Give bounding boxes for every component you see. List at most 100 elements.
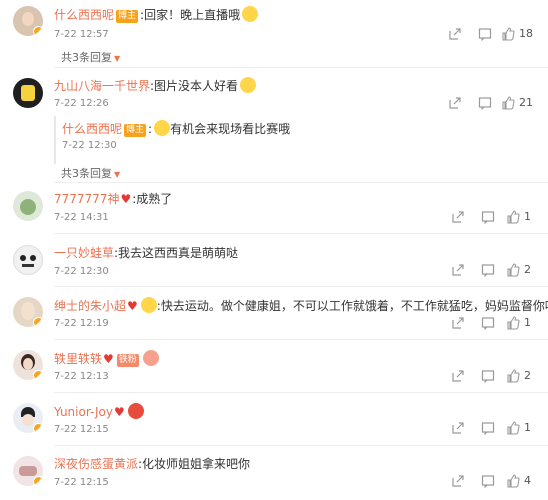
divider bbox=[54, 233, 548, 234]
comment-line: Yunior-Joy♥ bbox=[54, 403, 144, 420]
username[interactable]: 什么西西呢 bbox=[54, 8, 114, 22]
avatar[interactable] bbox=[13, 403, 43, 433]
username[interactable]: 一只妙蛙草 bbox=[54, 246, 114, 260]
heart-badge-icon: ♥ bbox=[127, 299, 138, 313]
comment-time: 7-22 12:15 bbox=[54, 424, 109, 435]
comment-icon[interactable] bbox=[478, 27, 492, 41]
heart-badge-icon: ♥ bbox=[114, 405, 125, 419]
like-count: 21 bbox=[519, 96, 533, 109]
username[interactable]: 轶里轶轶 bbox=[54, 352, 102, 366]
share-icon[interactable] bbox=[451, 369, 465, 383]
avatar[interactable] bbox=[13, 6, 43, 36]
like-count: 2 bbox=[524, 369, 531, 382]
view-replies-link[interactable]: 共3条回复 ▼ bbox=[61, 165, 120, 181]
username[interactable]: 九山八海一千世界 bbox=[54, 79, 150, 93]
avatar[interactable] bbox=[13, 245, 43, 275]
share-icon[interactable] bbox=[448, 27, 462, 41]
like-icon[interactable] bbox=[501, 27, 515, 41]
like-count: 1 bbox=[524, 421, 531, 434]
comment-icon[interactable] bbox=[481, 263, 495, 277]
share-icon[interactable] bbox=[451, 421, 465, 435]
comment-line: 绅士的朱小超♥ :快去运动。做个健康姐，不可以工作就饿着，不工作就猛吃，妈妈监督你… bbox=[54, 297, 548, 314]
comment-line: 一只妙蛙草:我去这西西真是萌萌哒 bbox=[54, 245, 238, 261]
comment-time: 7-22 12:13 bbox=[54, 371, 109, 382]
share-icon[interactable] bbox=[451, 210, 465, 224]
sticker-emoji-icon bbox=[142, 350, 159, 366]
blogger-badge: 博主 bbox=[116, 10, 139, 23]
smile-emoji-icon bbox=[242, 6, 259, 22]
like-icon[interactable] bbox=[506, 263, 520, 277]
heart-badge-icon: ♥ bbox=[103, 352, 114, 366]
verified-icon bbox=[33, 370, 43, 380]
avatar[interactable] bbox=[13, 350, 43, 380]
smile-emoji-icon bbox=[240, 77, 257, 93]
comment-icon[interactable] bbox=[481, 210, 495, 224]
username[interactable]: Yunior-Joy bbox=[54, 405, 113, 419]
like-count: 18 bbox=[519, 27, 533, 40]
verified-icon bbox=[33, 317, 43, 327]
comment-text: :回家！晚上直播哦 bbox=[140, 8, 241, 22]
divider bbox=[54, 67, 548, 68]
comment-icon[interactable] bbox=[481, 474, 495, 488]
comment-text: :图片没本人好看 bbox=[150, 79, 239, 93]
comment-text: :成熟了 bbox=[132, 192, 173, 206]
share-icon[interactable] bbox=[451, 316, 465, 330]
comment-time: 7-22 12:57 bbox=[54, 29, 109, 40]
view-replies-link[interactable]: 共3条回复 ▼ bbox=[61, 49, 120, 65]
comment-time: 7-22 14:31 bbox=[54, 212, 109, 223]
heart-badge-icon: ♥ bbox=[120, 192, 132, 206]
share-icon[interactable] bbox=[448, 96, 462, 110]
reply-text: 有机会来现场看比赛哦 bbox=[170, 122, 291, 136]
reply-line: 什么西西呢 博主: 有机会来现场看比赛哦 bbox=[62, 120, 291, 137]
like-icon[interactable] bbox=[506, 210, 520, 224]
avatar[interactable] bbox=[13, 191, 43, 221]
like-count: 4 bbox=[524, 474, 531, 487]
divider bbox=[54, 445, 548, 446]
like-count: 1 bbox=[524, 210, 531, 223]
comment-line: 深夜伤感蛋黄派:化妆师姐姐拿来吧你 bbox=[54, 456, 250, 472]
blogger-badge: 博主 bbox=[124, 124, 147, 137]
fan-badge: 铁粉 bbox=[116, 354, 139, 367]
share-icon[interactable] bbox=[451, 263, 465, 277]
username[interactable]: 7777777神 bbox=[54, 192, 119, 206]
comment-time: 7-22 12:15 bbox=[54, 477, 109, 488]
like-icon[interactable] bbox=[506, 369, 520, 383]
verified-icon bbox=[33, 423, 43, 433]
comment-text: :快去运动。做个健康姐，不可以工作就饿着，不工作就猛吃，妈妈监督你呢 bbox=[156, 299, 548, 313]
comment-icon[interactable] bbox=[481, 421, 495, 435]
laugh-emoji-icon bbox=[154, 120, 171, 136]
like-icon[interactable] bbox=[506, 474, 520, 488]
comment-text: :我去这西西真是萌萌哒 bbox=[114, 246, 239, 260]
share-icon[interactable] bbox=[451, 474, 465, 488]
like-icon[interactable] bbox=[506, 421, 520, 435]
comment-time: 7-22 12:19 bbox=[54, 318, 109, 329]
comment-time: 7-22 12:30 bbox=[54, 266, 109, 277]
verified-icon bbox=[33, 476, 43, 486]
avatar[interactable] bbox=[13, 78, 43, 108]
like-icon[interactable] bbox=[506, 316, 520, 330]
avatar[interactable] bbox=[13, 297, 43, 327]
verified-icon bbox=[33, 26, 43, 36]
kiss-emoji-icon bbox=[127, 403, 144, 419]
comment-icon[interactable] bbox=[481, 369, 495, 383]
comment-icon[interactable] bbox=[478, 96, 492, 110]
divider bbox=[54, 182, 548, 183]
comment-line: 九山八海一千世界:图片没本人好看 bbox=[54, 77, 257, 94]
avatar[interactable] bbox=[13, 456, 43, 486]
like-count: 2 bbox=[524, 263, 531, 276]
like-icon[interactable] bbox=[501, 96, 515, 110]
comment-line: 7777777神♥:成熟了 bbox=[54, 191, 172, 207]
username[interactable]: 绅士的朱小超 bbox=[54, 299, 126, 313]
comment-line: 轶里轶轶♥ 铁粉 bbox=[54, 350, 159, 367]
reply-time: 7-22 12:30 bbox=[62, 140, 117, 151]
comment-time: 7-22 12:26 bbox=[54, 98, 109, 109]
like-count: 1 bbox=[524, 316, 531, 329]
reply-username[interactable]: 什么西西呢 bbox=[62, 122, 122, 136]
comment-text: :化妆师姐姐拿来吧你 bbox=[138, 457, 251, 471]
username[interactable]: 深夜伤感蛋黄派 bbox=[54, 457, 138, 471]
comment-icon[interactable] bbox=[481, 316, 495, 330]
divider bbox=[54, 286, 548, 287]
divider bbox=[54, 339, 548, 340]
divider bbox=[54, 392, 548, 393]
smile-emoji-icon bbox=[140, 297, 157, 313]
